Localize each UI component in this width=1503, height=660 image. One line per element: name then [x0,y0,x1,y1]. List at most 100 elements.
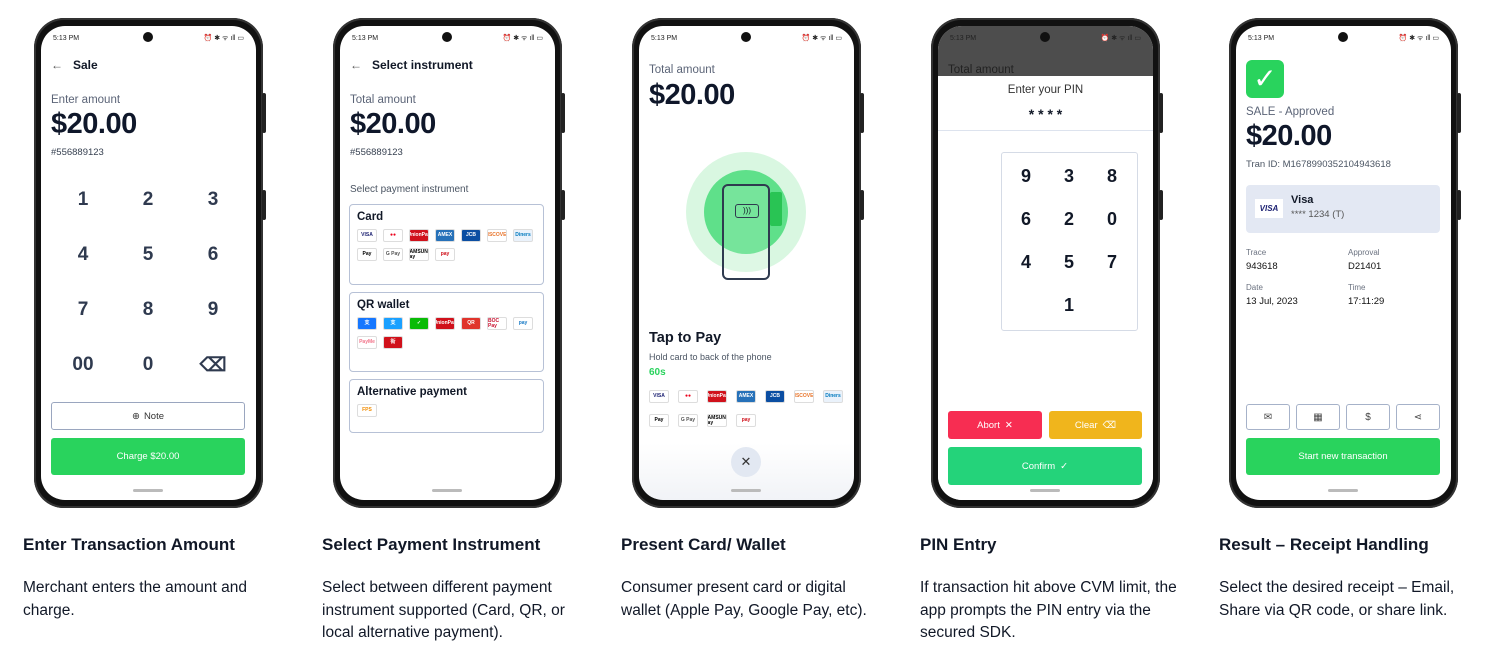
payment-logo: ✓ [409,317,429,330]
key-2[interactable]: 2 [123,189,173,211]
pin-key-7[interactable]: 7 [1092,252,1132,273]
card-number: **** 1234 (T) [1291,209,1345,220]
note-button[interactable]: ⊕ Note [51,402,245,430]
key-3[interactable]: 3 [188,189,238,211]
key-7[interactable]: 7 [58,299,108,321]
close-button[interactable]: ✕ [731,447,761,477]
field-label: Approval [1348,248,1380,257]
caption-text: Merchant enters the amount and charge. [23,579,248,619]
payment-logo: VISA [649,390,669,403]
back-arrow-icon[interactable]: ← [51,58,63,72]
pin-key-9[interactable]: 9 [1006,166,1046,187]
key-5[interactable]: 5 [123,244,173,266]
caption-title: Present Card/ Wallet [621,535,786,554]
payment-logo: Pay [357,248,377,261]
nfc-illustration: ))) [686,152,806,280]
back-arrow-icon[interactable]: ← [350,58,362,72]
start-new-transaction-button[interactable]: Start new transaction [1246,438,1440,475]
backspace-key[interactable]: ⌫ [188,354,238,377]
payment-logo: JCB [765,390,785,403]
instrument-qr-wallet[interactable]: QR wallet支支✓UnionPayQRBOC PaypayPayMe街 [349,292,544,372]
tap-hint: Hold card to back of the phone [649,352,772,362]
caption-text: Select between different payment instrum… [322,579,565,641]
caption-text: Select the desired receipt – Email, Shar… [1219,579,1455,619]
payment-logo: QR [461,317,481,330]
countdown-timer: 60s [649,367,666,378]
instrument-alternative[interactable]: Alternative payment FPS [349,379,544,433]
qr-code-receipt-button[interactable]: ▦ [1296,404,1340,430]
amount-value: $20.00 [350,108,436,140]
key-4[interactable]: 4 [58,244,108,266]
key-8[interactable]: 8 [123,299,173,321]
charge-button[interactable]: Charge $20.00 [51,438,245,475]
payment-logo: PayMe [357,336,377,349]
caption-title: PIN Entry [920,535,997,554]
phone-result: 5:13 PM ⏰ ✱ ᯤ ıll ▭ ✓ SALE - Approved $20… [1229,18,1461,508]
pin-key-3[interactable]: 3 [1049,166,1089,187]
key-6[interactable]: 6 [188,244,238,266]
payment-logo: AMEX [736,390,756,403]
pin-key-0[interactable]: 0 [1092,209,1132,230]
payment-logo: Diners [823,390,843,403]
caption-title: Result – Receipt Handling [1219,535,1429,554]
visa-logo: VISA [1255,199,1283,218]
payment-logo: Pay [649,414,669,427]
phone-icon [722,184,770,280]
page-title: Sale [73,58,98,72]
caption-title: Select Payment Instrument [322,535,541,554]
payment-logo: VISA [357,229,377,242]
pin-key-5[interactable]: 5 [1049,252,1089,273]
key-1[interactable]: 1 [58,189,108,211]
pin-key-2[interactable]: 2 [1049,209,1089,230]
phone-select-instrument: 5:13 PM ⏰ ✱ ᯤ ıll ▭ ← Select instrument To… [333,18,565,508]
payment-logo: pay [513,317,533,330]
backspace-icon: ⌫ [1102,419,1117,431]
email-receipt-button[interactable]: ✉ [1246,404,1290,430]
field-label: Date [1246,283,1263,292]
card-name: Visa [1291,194,1314,206]
field-value: 17:11:29 [1348,296,1385,307]
instrument-card[interactable]: CardVISA●●UnionPayAMEXJCBDISCOVERDinersP… [349,204,544,285]
pin-key-6[interactable]: 6 [1006,209,1046,230]
pin-key-4[interactable]: 4 [1006,252,1046,273]
key-9[interactable]: 9 [188,299,238,321]
reference-number: #556889123 [51,147,104,158]
pin-key-8[interactable]: 8 [1092,166,1132,187]
transaction-id: Tran ID: M1678990352104943618 [1246,159,1391,170]
payment-logo: DISCOVER [794,390,814,403]
payment-logo: ●● [383,229,403,242]
pin-masked: * * * * [1028,106,1063,122]
payment-logo: SAMSUNG Pay [707,414,727,427]
page-title: Select instrument [372,58,473,72]
approved-check-icon: ✓ [1246,60,1284,98]
field-value: 943618 [1246,261,1278,272]
caption-title: Enter Transaction Amount [23,535,235,554]
confirm-button[interactable]: Confirm ✓ [948,447,1142,485]
phone-present-card: 5:13 PM ⏰ ✱ ᯤ ıll ▭ Total amount $20.00 )… [632,18,864,508]
plus-circle-icon: ⊕ [131,410,140,422]
payment-logo: 支 [357,317,377,330]
payment-logo: JCB [461,229,481,242]
receipt-receipt-button[interactable]: $ [1346,404,1390,430]
payment-logo: 支 [383,317,403,330]
field-value: D21401 [1348,261,1382,272]
key-00[interactable]: 00 [58,354,108,376]
payment-logo: pay [736,414,756,427]
amount-value: $20.00 [649,79,735,111]
phone-enter-amount: 5:13 PM ⏰ ✱ ᯤ ıll ▭ ← Sale Enter amount $2… [34,18,266,508]
tap-to-pay-title: Tap to Pay [649,330,722,346]
payment-logo: SAMSUNG Pay [409,248,429,261]
amount-value: $20.00 [51,108,137,140]
field-label: Time [1348,283,1366,292]
section-label: Select payment instrument [350,184,469,195]
abort-button[interactable]: Abort ✕ [948,411,1042,439]
share-receipt-button[interactable]: ⋖ [1396,404,1440,430]
clear-button[interactable]: Clear ⌫ [1049,411,1142,439]
reference-number: #556889123 [350,147,403,158]
amount-label: Total amount [649,64,715,76]
pin-key-1[interactable]: 1 [1049,295,1089,316]
pin-title: Enter your PIN [1007,84,1084,96]
field-value: 13 Jul, 2023 [1246,296,1298,307]
amount-label: Total amount [350,94,416,106]
key-0[interactable]: 0 [123,354,173,376]
